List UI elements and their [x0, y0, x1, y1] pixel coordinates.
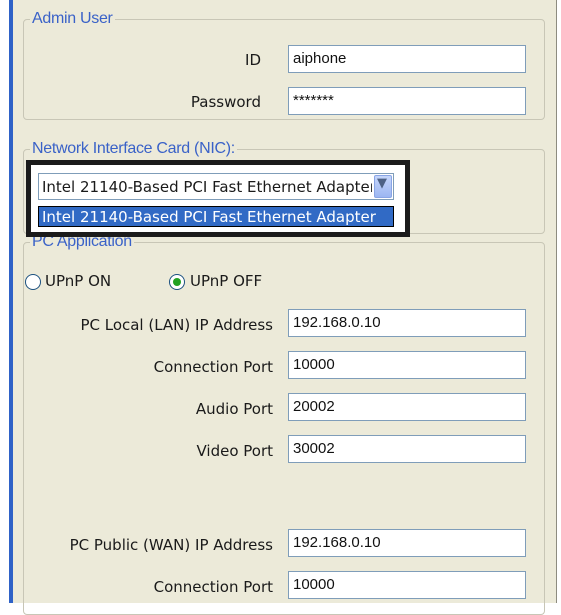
lan-ip-input[interactable]: 192.168.0.10 — [288, 309, 526, 337]
id-input[interactable]: aiphone — [288, 45, 526, 73]
admin-user-legend: Admin User — [32, 10, 113, 27]
upnp-off-radio[interactable] — [169, 274, 185, 290]
wan-ip-label: PC Public (WAN) IP Address — [69, 536, 273, 554]
lan-port-input[interactable]: 10000 — [288, 351, 526, 379]
nic-selected-value: Intel 21140-Based PCI Fast Ethernet Adap… — [42, 178, 372, 196]
wan-ip-input[interactable]: 192.168.0.10 — [288, 529, 526, 557]
nic-legend: Network Interface Card (NIC): — [32, 140, 235, 157]
radio-selected-dot — [173, 278, 181, 286]
id-label: ID — [245, 51, 261, 69]
nic-select[interactable]: Intel 21140-Based PCI Fast Ethernet Adap… — [38, 173, 394, 200]
upnp-on-label: UPnP ON — [45, 272, 112, 290]
window-edge — [0, 0, 9, 603]
settings-panel: Admin User ID aiphone Password ******* N… — [13, 0, 557, 615]
lan-ip-label: PC Local (LAN) IP Address — [80, 316, 273, 334]
wan-port-label: Connection Port — [153, 578, 273, 596]
audio-port-label: Audio Port — [195, 400, 273, 418]
wan-port-input[interactable]: 10000 — [288, 571, 526, 599]
video-port-label: Video Port — [196, 442, 273, 460]
pc-application-group: PC Application — [23, 233, 545, 615]
upnp-on-radio[interactable] — [25, 274, 41, 290]
password-input[interactable]: ******* — [288, 87, 526, 115]
chevron-down-icon: ▼ — [377, 176, 387, 191]
dropdown-button[interactable]: ▼ — [374, 175, 392, 198]
video-port-input[interactable]: 30002 — [288, 435, 526, 463]
password-label: Password — [190, 93, 261, 111]
audio-port-input[interactable]: 20002 — [288, 393, 526, 421]
lan-port-label: Connection Port — [153, 358, 273, 376]
nic-option-highlighted[interactable]: Intel 21140-Based PCI Fast Ethernet Adap… — [38, 206, 394, 227]
nic-dropdown-highlight: Intel 21140-Based PCI Fast Ethernet Adap… — [26, 160, 410, 237]
upnp-off-label: UPnP OFF — [190, 272, 263, 290]
